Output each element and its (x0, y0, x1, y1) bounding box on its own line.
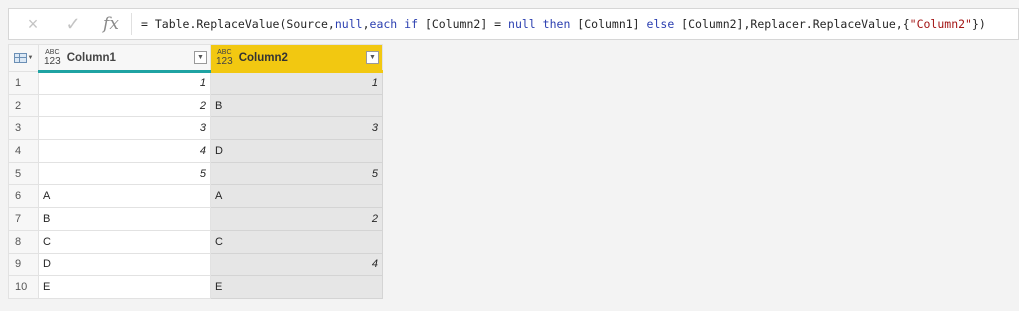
table-row: 8 C C (8, 229, 383, 254)
table-row: 7 B 2 (8, 207, 383, 231)
cell-column1[interactable]: 4 (38, 139, 211, 163)
column-header-label: Column1 (66, 51, 116, 64)
table-row: 5 5 5 (8, 161, 383, 186)
formula-separator (131, 13, 132, 35)
filter-dropdown-icon[interactable]: ▼ (366, 51, 379, 64)
caret-down-icon: ▼ (27, 55, 34, 61)
any-type-icon[interactable]: ABC 123 (44, 49, 61, 67)
data-grid: ▼ ABC 123 Column1 ▼ ABC 123 Column2 ▼ 1 … (8, 44, 383, 299)
row-number[interactable]: 6 (8, 184, 39, 209)
row-number[interactable]: 3 (8, 116, 39, 141)
table-menu-button[interactable]: ▼ (8, 44, 39, 72)
cell-column2[interactable]: B (210, 93, 383, 118)
table-row: 4 4 D (8, 139, 383, 163)
cell-column2[interactable]: 3 (210, 116, 383, 141)
table-icon (13, 53, 27, 63)
cell-column2[interactable]: C (210, 229, 383, 254)
row-number[interactable]: 1 (8, 71, 39, 95)
cell-column1[interactable]: 3 (38, 116, 211, 141)
row-number[interactable]: 5 (8, 161, 39, 186)
any-type-icon[interactable]: ABC 123 (216, 49, 233, 67)
row-number[interactable]: 4 (8, 139, 39, 163)
check-icon[interactable]: ✓ (59, 9, 87, 39)
row-number[interactable]: 7 (8, 207, 39, 231)
cell-column2[interactable]: 2 (210, 207, 383, 231)
cell-column2[interactable]: 1 (210, 71, 383, 95)
cell-column1[interactable]: C (38, 229, 211, 254)
row-number[interactable]: 10 (8, 275, 39, 299)
table-row: 3 3 3 (8, 116, 383, 141)
row-number[interactable]: 8 (8, 229, 39, 254)
column-header-column1[interactable]: ABC 123 Column1 ▼ (38, 44, 211, 73)
cancel-icon[interactable]: × (19, 9, 47, 39)
table-row: 10 E E (8, 275, 383, 299)
formula-bar: × ✓ fx = Table.ReplaceValue(Source,null,… (8, 8, 1019, 40)
formula-input[interactable]: = Table.ReplaceValue(Source,null,each if… (141, 9, 986, 39)
fx-icon[interactable]: fx (97, 9, 125, 39)
table-row: 1 1 1 (8, 71, 383, 95)
cell-column1[interactable]: 2 (38, 93, 211, 118)
cell-column1[interactable]: D (38, 252, 211, 277)
cell-column2[interactable]: E (210, 275, 383, 299)
column-header-column2[interactable]: ABC 123 Column2 ▼ (210, 44, 383, 73)
cell-column1[interactable]: 1 (38, 71, 211, 95)
cell-column1[interactable]: 5 (38, 161, 211, 186)
filter-dropdown-icon[interactable]: ▼ (194, 51, 207, 64)
table-row: 6 A A (8, 184, 383, 209)
cell-column1[interactable]: E (38, 275, 211, 299)
cell-column2[interactable]: A (210, 184, 383, 209)
cell-column1[interactable]: B (38, 207, 211, 231)
row-number[interactable]: 2 (8, 93, 39, 118)
table-row: 9 D 4 (8, 252, 383, 277)
column-header-label: Column2 (238, 51, 288, 64)
row-number[interactable]: 9 (8, 252, 39, 277)
cell-column2[interactable]: D (210, 139, 383, 163)
cell-column2[interactable]: 4 (210, 252, 383, 277)
table-row: 2 2 B (8, 93, 383, 118)
cell-column2[interactable]: 5 (210, 161, 383, 186)
cell-column1[interactable]: A (38, 184, 211, 209)
